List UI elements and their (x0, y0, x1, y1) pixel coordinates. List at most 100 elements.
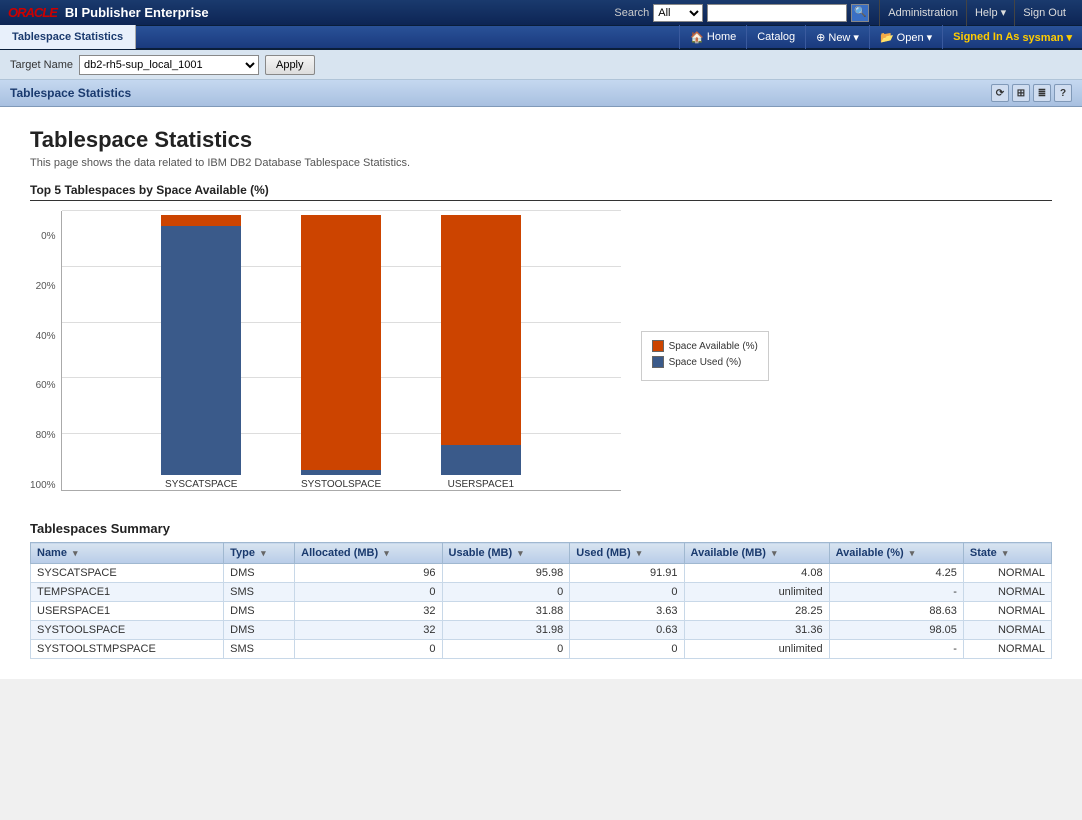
search-label: Search (614, 7, 649, 19)
col-header-name[interactable]: Name ▾ (31, 543, 224, 564)
table-row: SYSTOOLSPACEDMS3231.980.6331.3698.05NORM… (31, 621, 1052, 640)
sort-icon-type: ▾ (261, 548, 266, 558)
second-navigation: Tablespace Statistics 🏠 Home Catalog ⊕ N… (0, 26, 1082, 50)
content-header: Tablespace Statistics ⟳ ⊞ ≣ ? (0, 80, 1082, 107)
bar-stack-userspace1 (441, 215, 521, 475)
cell-0-6: 4.25 (829, 564, 963, 583)
search-scope-select[interactable]: All (653, 4, 703, 22)
sort-icon-used: ▾ (637, 548, 642, 558)
legend-label-used: Space Used (%) (669, 357, 742, 368)
legend-swatch-used (652, 356, 664, 368)
cell-4-7: NORMAL (963, 640, 1051, 659)
legend-swatch-available (652, 340, 664, 352)
chart-section-title: Top 5 Tablespaces by Space Available (%) (30, 183, 1052, 201)
cell-3-4: 0.63 (570, 621, 684, 640)
top-navigation: ORACLE BI Publisher Enterprise Search Al… (0, 0, 1082, 26)
table-row: SYSCATSPACEDMS9695.9891.914.084.25NORMAL (31, 564, 1052, 583)
header-row: Name ▾ Type ▾ Allocated (MB) ▾ Usable (M… (31, 543, 1052, 564)
table-section-title: Tablespaces Summary (30, 521, 1052, 536)
help-icon[interactable]: ? (1054, 84, 1072, 102)
bar-label-userspace1: USERSPACE1 (448, 479, 515, 490)
signout-link[interactable]: Sign Out (1014, 0, 1074, 26)
legend-item-used: Space Used (%) (652, 356, 758, 368)
bar-label-syscatspace: SYSCATSPACE (165, 479, 237, 490)
home-icon: 🏠 (690, 31, 704, 44)
chart-inner: SYSCATSPACE SYSTOOLSPACE (61, 211, 621, 491)
bar-stack-syscatspace (161, 215, 241, 475)
chart-legend: Space Available (%) Space Used (%) (641, 331, 769, 381)
table-row: USERSPACE1DMS3231.883.6328.2588.63NORMAL (31, 602, 1052, 621)
bar-stack-systoolspace (301, 215, 381, 475)
home-nav[interactable]: 🏠 Home (679, 25, 746, 49)
cell-0-3: 95.98 (442, 564, 570, 583)
bar-avail-systoolspace (301, 215, 381, 470)
signed-in-area: Signed In As sysman ▾ (942, 25, 1082, 49)
target-bar: Target Name db2-rh5-sup_local_1001 Apply (0, 50, 1082, 80)
search-button[interactable]: 🔍 (851, 4, 869, 22)
cell-3-3: 31.98 (442, 621, 570, 640)
table-body: SYSCATSPACEDMS9695.9891.914.084.25NORMAL… (31, 564, 1052, 659)
bar-used-syscatspace (161, 226, 241, 475)
content-header-icons: ⟳ ⊞ ≣ ? (991, 84, 1072, 102)
bar-used-systoolspace (301, 470, 381, 475)
chart-container: 100% 80% 60% 40% 20% 0% (30, 211, 1052, 491)
bar-group-userspace1: USERSPACE1 (441, 215, 521, 490)
cell-0-0: SYSCATSPACE (31, 564, 224, 583)
new-icon: ⊕ (816, 31, 825, 44)
cell-4-0: SYSTOOLSTMPSPACE (31, 640, 224, 659)
search-input[interactable] (707, 4, 847, 22)
legend-label-available: Space Available (%) (669, 341, 758, 352)
target-name-label: Target Name (10, 59, 73, 71)
help-link[interactable]: Help ▾ (966, 0, 1014, 26)
bar-avail-syscatspace (161, 215, 241, 226)
y-label-40: 40% (36, 331, 56, 342)
bar-wrapper-userspace1 (441, 215, 521, 475)
list-icon[interactable]: ≣ (1033, 84, 1051, 102)
new-nav[interactable]: ⊕ New ▾ (805, 25, 869, 49)
cell-2-4: 3.63 (570, 602, 684, 621)
cell-2-5: 28.25 (684, 602, 829, 621)
col-header-allocated[interactable]: Allocated (MB) ▾ (295, 543, 442, 564)
sort-icon-state: ▾ (1003, 548, 1008, 558)
username: sysman ▾ (1022, 31, 1072, 44)
apply-button[interactable]: Apply (265, 55, 315, 75)
cell-2-0: USERSPACE1 (31, 602, 224, 621)
cell-4-1: SMS (224, 640, 295, 659)
cell-4-4: 0 (570, 640, 684, 659)
col-header-usable[interactable]: Usable (MB) ▾ (442, 543, 570, 564)
bar-used-userspace1 (441, 445, 521, 475)
signed-in-label: Signed In As (953, 31, 1022, 43)
open-nav[interactable]: 📂 Open ▾ (869, 25, 942, 49)
content-header-title: Tablespace Statistics (10, 86, 131, 100)
catalog-nav[interactable]: Catalog (746, 25, 805, 49)
cell-4-2: 0 (295, 640, 442, 659)
y-label-80: 80% (36, 430, 56, 441)
cell-3-2: 32 (295, 621, 442, 640)
grid-icon[interactable]: ⊞ (1012, 84, 1030, 102)
col-header-state[interactable]: State ▾ (963, 543, 1051, 564)
col-header-avail-pct[interactable]: Available (%) ▾ (829, 543, 963, 564)
second-nav-right: 🏠 Home Catalog ⊕ New ▾ 📂 Open ▾ Signed I… (679, 25, 1082, 49)
table-row: SYSTOOLSTMPSPACESMS000unlimited-NORMAL (31, 640, 1052, 659)
target-name-select[interactable]: db2-rh5-sup_local_1001 (79, 55, 259, 75)
app-title: BI Publisher Enterprise (65, 5, 615, 20)
top-nav-links: Administration Help ▾ Sign Out (879, 0, 1074, 26)
y-label-0: 0% (41, 231, 55, 242)
cell-2-2: 32 (295, 602, 442, 621)
sort-icon-avail-mb: ▾ (772, 548, 777, 558)
col-header-used[interactable]: Used (MB) ▾ (570, 543, 684, 564)
col-header-type[interactable]: Type ▾ (224, 543, 295, 564)
sort-icon-usable: ▾ (518, 548, 523, 558)
refresh-icon[interactable]: ⟳ (991, 84, 1009, 102)
cell-1-3: 0 (442, 583, 570, 602)
cell-0-5: 4.08 (684, 564, 829, 583)
bar-avail-userspace1 (441, 215, 521, 445)
cell-1-1: SMS (224, 583, 295, 602)
col-header-avail-mb[interactable]: Available (MB) ▾ (684, 543, 829, 564)
admin-link[interactable]: Administration (879, 0, 966, 26)
bar-group-syscatspace: SYSCATSPACE (161, 215, 241, 490)
report-subtitle: This page shows the data related to IBM … (30, 157, 1052, 169)
cell-2-6: 88.63 (829, 602, 963, 621)
cell-0-4: 91.91 (570, 564, 684, 583)
page-tab[interactable]: Tablespace Statistics (0, 25, 136, 49)
